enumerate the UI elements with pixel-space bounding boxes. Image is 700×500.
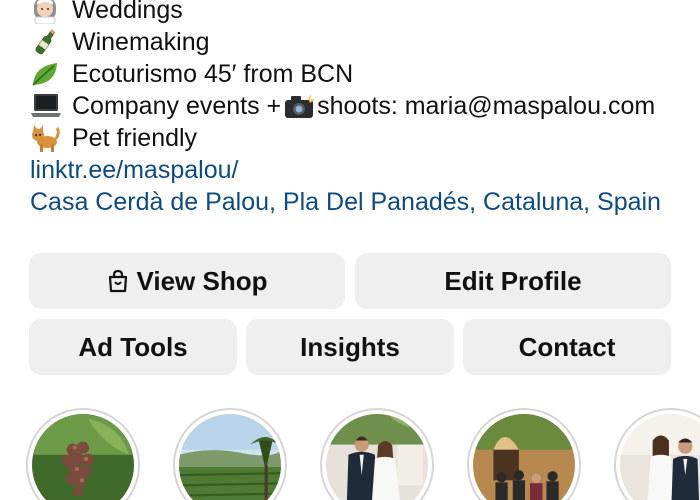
bio-line-text: Winemaking — [72, 27, 210, 56]
highlight-wedding[interactable] — [320, 408, 434, 500]
wedding-couple-highlight-image — [326, 414, 428, 500]
bio-line-text: Pet friendly — [72, 123, 198, 152]
view-shop-label: View Shop — [136, 265, 268, 296]
edit-profile-label: Edit Profile — [444, 265, 582, 296]
insights-button[interactable]: Insights — [246, 319, 454, 375]
bio-line-company-events: Company events + shoots: maria@maspalou.… — [30, 90, 690, 122]
bio-line-pet-friendly: Pet friendly — [30, 122, 690, 154]
bio-line-text: Ecoturismo 45′ from BCN — [72, 59, 354, 88]
highlight-couple[interactable] — [614, 408, 700, 500]
bio-line-weddings: Weddings — [30, 0, 690, 26]
group-event-highlight-image — [473, 414, 575, 500]
grapes-highlight-image — [32, 414, 134, 500]
wine-bottle-emoji-icon — [30, 28, 66, 56]
bio-line-text-before: Company events + — [72, 91, 282, 120]
contact-button[interactable]: Contact — [463, 319, 671, 375]
highlight-event[interactable] — [467, 408, 581, 500]
ad-tools-label: Ad Tools — [78, 331, 188, 362]
cat-emoji-icon — [30, 124, 66, 152]
view-shop-button[interactable]: View Shop — [29, 253, 345, 309]
leaf-emoji-icon — [30, 60, 66, 88]
camera-flash-emoji-icon — [282, 93, 316, 119]
shopping-bag-icon — [107, 269, 129, 293]
profile-bio: Weddings Winemaking Ecoturismo 45′ from … — [30, 0, 690, 218]
highlight-vineyard[interactable] — [173, 408, 287, 500]
insights-label: Insights — [300, 331, 400, 362]
couple-portrait-highlight-image — [620, 414, 700, 500]
ad-tools-button[interactable]: Ad Tools — [29, 319, 237, 375]
contact-label: Contact — [518, 331, 616, 362]
bio-line-ecoturismo: Ecoturismo 45′ from BCN — [30, 58, 690, 90]
bio-line-text-after: shoots: maria@maspalou.com — [317, 91, 656, 120]
bio-line-winemaking: Winemaking — [30, 26, 690, 58]
edit-profile-button[interactable]: Edit Profile — [355, 253, 671, 309]
bio-link[interactable]: linktr.ee/maspalou/ — [30, 154, 690, 186]
laptop-emoji-icon — [30, 92, 66, 120]
vineyard-landscape-highlight-image — [179, 414, 281, 500]
bio-line-text: Weddings — [72, 0, 183, 24]
bride-emoji-icon — [30, 0, 66, 24]
highlight-grapes[interactable] — [26, 408, 140, 500]
location-link[interactable]: Casa Cerdà de Palou, Pla Del Panadés, Ca… — [30, 186, 690, 218]
